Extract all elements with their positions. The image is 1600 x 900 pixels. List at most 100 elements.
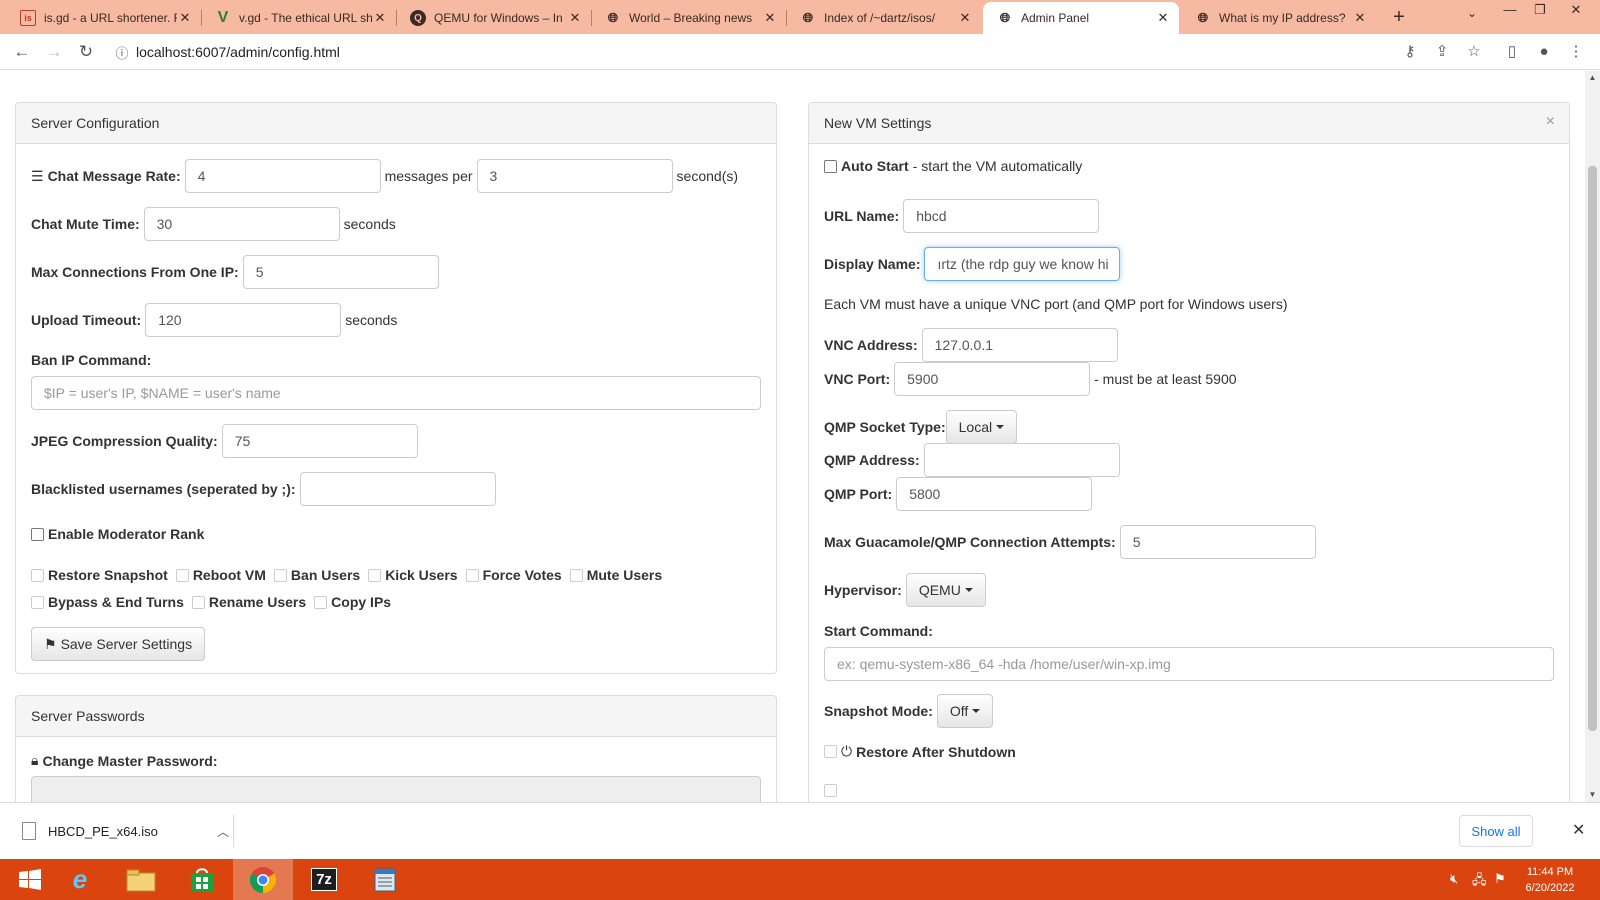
internet-explorer-app[interactable]: e — [50, 859, 110, 900]
site-info-icon[interactable]: ⓘ — [108, 43, 136, 62]
side-panel-icon[interactable]: ▯ — [1502, 42, 1522, 62]
chevron-up-icon[interactable]: ︿ — [213, 823, 233, 840]
tab-close-icon[interactable]: ✕ — [957, 10, 973, 26]
tab-close-icon[interactable]: ✕ — [567, 10, 583, 26]
reboot-vm-checkbox[interactable] — [175, 568, 189, 582]
star-icon[interactable]: ☆ — [1464, 42, 1484, 62]
max-connections-input[interactable]: 5 — [242, 255, 439, 289]
max-attempts-input[interactable]: 5 — [1119, 525, 1316, 559]
share-icon[interactable]: ⇪ — [1432, 42, 1452, 62]
permissions-row-2: Bypass & End Turns Rename Users Copy IPs — [31, 594, 399, 610]
more-menu-icon[interactable]: ⋮ — [1566, 42, 1586, 62]
back-arrow-icon[interactable]: ← — [10, 40, 34, 64]
next-option-checkbox[interactable] — [824, 784, 837, 797]
tab-admin-panel[interactable]: 🌐︎ Admin Panel ✕ — [983, 2, 1179, 34]
tab-qemu[interactable]: Q QEMU for Windows – In ✕ — [396, 2, 591, 34]
panel-title: Server Passwords — [16, 696, 776, 737]
kick-users-checkbox[interactable] — [368, 568, 382, 582]
qmp-port-input[interactable]: 5800 — [896, 477, 1093, 511]
7zip-app[interactable]: 7z — [294, 859, 354, 900]
enable-moderator-checkbox[interactable] — [31, 527, 44, 541]
forward-arrow-icon[interactable]: → — [42, 40, 66, 64]
notepad-icon — [374, 868, 396, 891]
tab-close-icon[interactable]: ✕ — [177, 10, 193, 26]
force-votes-checkbox[interactable] — [465, 568, 479, 582]
taskbar-clock[interactable]: 11:44 PM 6/20/2022 — [1510, 864, 1590, 896]
file-explorer-app[interactable] — [111, 859, 171, 900]
master-password-input-group[interactable] — [31, 776, 761, 802]
key-icon[interactable]: ⚷ — [1400, 42, 1420, 62]
vnc-address-input[interactable]: 127.0.0.1 — [921, 328, 1118, 362]
file-icon — [22, 822, 36, 840]
scrollbar-thumb[interactable] — [1588, 166, 1597, 731]
address-bar[interactable]: ⓘ localhost:6007/admin/config.html — [108, 37, 1408, 67]
store-app[interactable] — [172, 859, 232, 900]
download-item[interactable]: HBCD_PE_x64.iso ︿ — [14, 815, 234, 847]
max-attempts-row: Max Guacamole/QMP Connection Attempts: 5 — [824, 525, 1316, 559]
show-all-button[interactable]: Show all — [1459, 815, 1533, 847]
master-password-group — [31, 776, 761, 802]
mute-time-input[interactable]: 30 — [143, 207, 340, 241]
download-bar: HBCD_PE_x64.iso ︿ Show all ✕ — [0, 802, 1600, 859]
action-center-flag-icon[interactable]: ⚑ — [1494, 871, 1506, 887]
start-command-input[interactable]: ex: qemu-system-x86_64 -hda /home/user/w… — [824, 647, 1554, 681]
save-server-settings-button[interactable]: ⚑ Save Server Settings — [31, 627, 206, 661]
caret-down-icon — [996, 425, 1005, 429]
notepad-app[interactable] — [355, 859, 415, 900]
qmp-socket-type-row: QMP Socket Type: Local — [824, 410, 1018, 444]
tab-strip: is is.gd - a URL shortener. F ✕ V v.gd -… — [0, 0, 1600, 34]
panel-title: Server Configuration — [16, 103, 776, 144]
tab-vgd[interactable]: V v.gd - The ethical URL sh ✕ — [201, 2, 396, 34]
ban-ip-command-input[interactable]: $IP = user's IP, $NAME = user's name — [31, 376, 761, 410]
scroll-up-arrow-icon[interactable]: ▲ — [1585, 73, 1600, 82]
new-tab-button[interactable]: + — [1386, 4, 1412, 30]
ban-users-checkbox[interactable] — [273, 568, 287, 582]
tab-dartz-isos[interactable]: 🌐︎ Index of /~dartz/isos/ ✕ — [786, 2, 981, 34]
network-icon[interactable]: 🖧 — [1472, 871, 1487, 893]
close-download-bar-icon[interactable]: ✕ — [1572, 820, 1585, 840]
hypervisor-dropdown[interactable]: QEMU — [905, 573, 986, 607]
copy-ips-checkbox[interactable] — [314, 595, 328, 609]
rename-users-checkbox[interactable] — [191, 595, 205, 609]
snapshot-mode-dropdown[interactable]: Off — [936, 694, 994, 728]
save-row: ⚑ Save Server Settings — [31, 627, 206, 661]
tab-close-icon[interactable]: ✕ — [1352, 10, 1368, 26]
reload-icon[interactable]: ↻ — [74, 40, 98, 64]
auto-start-checkbox[interactable] — [824, 159, 837, 173]
tab-my-ip[interactable]: 🌐︎ What is my IP address? ✕ — [1181, 2, 1376, 34]
tab-close-icon[interactable]: ✕ — [1155, 10, 1171, 26]
vnc-port-input[interactable]: 5900 — [894, 362, 1091, 396]
bypass-end-turns-checkbox[interactable] — [31, 595, 44, 609]
qemu-favicon-icon: Q — [410, 10, 426, 26]
close-icon[interactable]: × — [1546, 113, 1555, 131]
display-name-input[interactable]: ırtz (the rdp guy we know hi — [924, 247, 1121, 281]
chat-rate-messages-input[interactable]: 4 — [184, 159, 381, 193]
next-option-row — [824, 784, 841, 797]
window-close-icon[interactable]: ✕ — [1556, 0, 1596, 20]
globe-favicon-icon: 🌐︎ — [607, 10, 619, 25]
restore-snapshot-checkbox[interactable] — [31, 568, 44, 582]
tab-close-icon[interactable]: ✕ — [762, 10, 778, 26]
scroll-down-arrow-icon[interactable]: ▼ — [1585, 790, 1600, 799]
tab-world[interactable]: 🌐︎ World – Breaking news ✕ — [591, 2, 786, 34]
chrome-app[interactable] — [233, 859, 293, 900]
upload-timeout-input[interactable]: 120 — [145, 303, 342, 337]
tab-close-icon[interactable]: ✕ — [372, 10, 388, 26]
tab-isgd[interactable]: is is.gd - a URL shortener. F ✕ — [6, 2, 201, 34]
restore-after-shutdown-checkbox[interactable] — [824, 745, 837, 758]
chat-rate-seconds-input[interactable]: 3 — [476, 159, 673, 193]
globe-favicon-icon: 🌐︎ — [999, 10, 1011, 25]
tab-search-chevron-icon[interactable]: ⌄ — [1462, 6, 1482, 28]
mute-users-checkbox[interactable] — [569, 568, 583, 582]
qmp-socket-type-dropdown[interactable]: Local — [945, 410, 1018, 444]
qmp-address-input[interactable] — [923, 443, 1120, 477]
profile-avatar-icon[interactable]: ● — [1534, 42, 1554, 62]
windows-logo-icon — [19, 868, 41, 890]
page-scrollbar[interactable]: ▲ ▼ — [1585, 71, 1600, 802]
url-name-input[interactable]: hbcd — [903, 199, 1100, 233]
volume-muted-icon[interactable]: 🔇︎ — [1450, 871, 1458, 887]
display-name-row: Display Name: ırtz (the rdp guy we know … — [824, 247, 1121, 281]
blacklist-input[interactable] — [299, 472, 496, 506]
restore-icon[interactable]: ❐ — [1520, 0, 1560, 20]
jpeg-quality-input[interactable]: 75 — [221, 424, 418, 458]
